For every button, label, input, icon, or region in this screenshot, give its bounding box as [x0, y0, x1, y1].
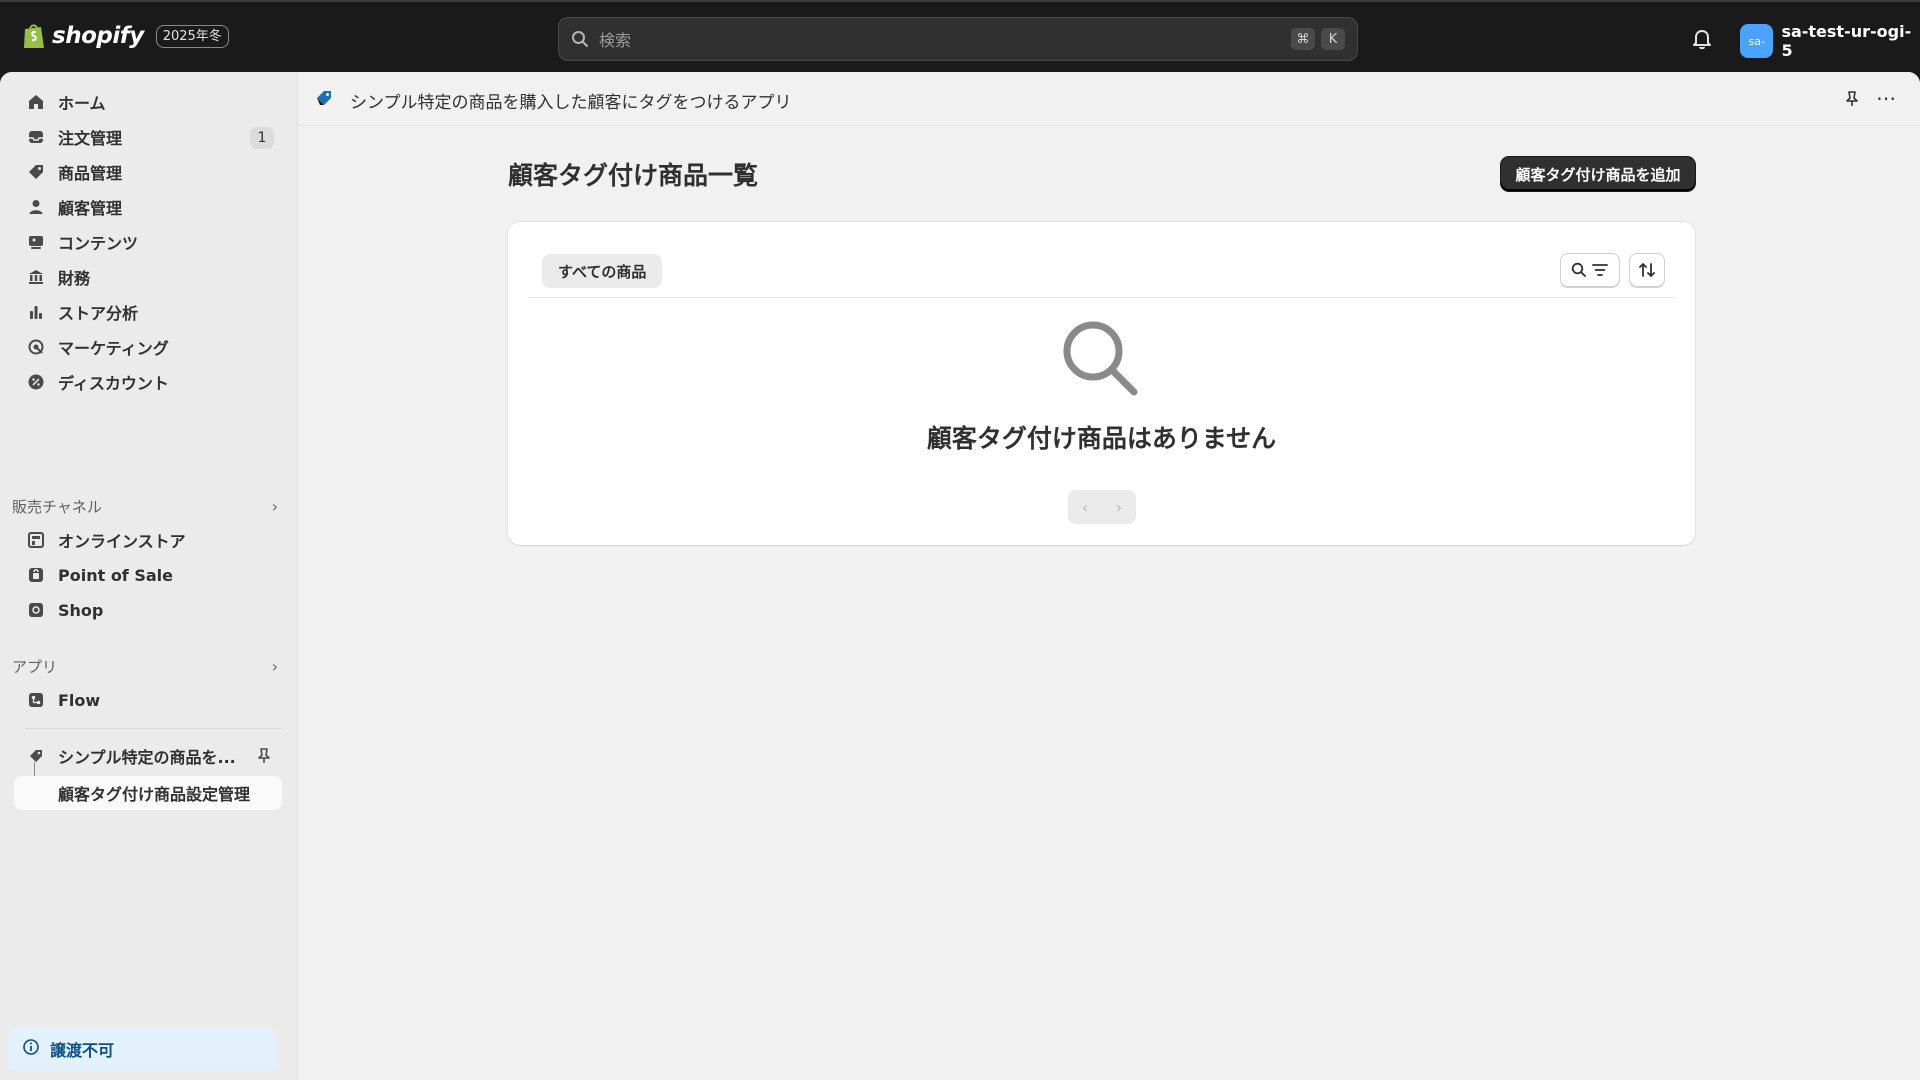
sidebar-item-label: ディスカウント [58, 374, 169, 393]
sidebar-item-label: ホーム [58, 94, 106, 113]
sidebar-item-home[interactable]: ホーム [14, 86, 282, 118]
store-name: sa-test-ur-ogi-5 [1781, 22, 1912, 60]
sidebar-item-label: 注文管理 [58, 129, 123, 148]
sort-button[interactable] [1629, 253, 1665, 287]
apps-heading[interactable]: アプリ › [12, 654, 282, 678]
inbox-icon [26, 127, 46, 147]
info-icon [22, 1038, 40, 1060]
shopify-bag-icon [24, 24, 44, 48]
sidebar-item-discounts[interactable]: ディスカウント [14, 366, 282, 398]
tag-icon [26, 162, 46, 182]
pagination: ‹ › [1068, 490, 1136, 524]
more-actions-icon[interactable]: ⋯ [1876, 86, 1897, 110]
sidebar-item-label: Shop [58, 600, 104, 620]
sidebar-item-label: ストア分析 [58, 304, 139, 323]
sidebar-item-online-store[interactable]: オンラインストア [14, 524, 282, 556]
sales-channels-label: 販売チャネル [12, 497, 102, 516]
sidebar-item-point-of-sale[interactable]: Point of Sale [14, 559, 282, 591]
sidebar-divider [26, 728, 282, 729]
sidebar-item-label: 財務 [58, 269, 91, 288]
page-title: 顧客タグ付け商品一覧 [508, 161, 759, 190]
app-header: シンプル特定の商品を購入した顧客にタグをつけるアプリ ⋯ [298, 72, 1920, 126]
pin-icon[interactable] [256, 747, 272, 769]
account-menu[interactable]: sa- sa-test-ur-ogi-5 [1740, 22, 1920, 60]
transfer-notice[interactable]: 譲渡不可 [8, 1027, 276, 1071]
sidebar-item-label: Point of Sale [58, 565, 173, 585]
sidebar-subitem-settings-manager[interactable]: 顧客タグ付け商品設定管理 [14, 776, 282, 810]
content-icon [26, 232, 46, 252]
chevron-right-icon: › [271, 656, 278, 676]
empty-state-search-icon [1060, 318, 1140, 402]
orders-count-badge: 1 [250, 127, 274, 149]
next-page-icon[interactable]: › [1116, 498, 1122, 517]
search-icon [1571, 262, 1586, 277]
sidebar-item-analytics[interactable]: ストア分析 [14, 296, 282, 328]
brand-name: shopify [52, 23, 144, 49]
shortcut-k-key: K [1321, 28, 1345, 50]
main-content: シンプル特定の商品を購入した顧客にタグをつけるアプリ ⋯ 顧客タグ付け商品一覧 … [298, 72, 1920, 1080]
discount-icon [26, 372, 46, 392]
sidebar-item-label: 商品管理 [58, 164, 123, 183]
shortcut-cmd-key: ⌘ [1291, 28, 1315, 50]
transfer-label: 譲渡不可 [50, 1041, 115, 1060]
store-icon [26, 530, 46, 550]
search-icon [571, 30, 589, 48]
app-icon [314, 88, 334, 112]
bank-icon [26, 267, 46, 287]
sidebar-item-products[interactable]: 商品管理 [14, 156, 282, 188]
target-icon [26, 337, 46, 357]
notifications-bell-icon[interactable] [1692, 28, 1712, 54]
empty-state-message: 顧客タグ付け商品はありません [926, 424, 1277, 453]
add-tagging-product-button[interactable]: 顧客タグ付け商品を追加 [1501, 157, 1695, 191]
admin-frame: ホーム 注文管理 1 商品管理 顧客管理 コンテンツ 財務 ストア分析 マーケテ… [0, 72, 1920, 1080]
filter-icon [1592, 264, 1608, 276]
sidebar-item-shop[interactable]: Shop [14, 594, 282, 626]
products-card: すべての商品 顧客タグ付け商品はありません ‹ › [508, 222, 1695, 545]
sidebar-item-finance[interactable]: 財務 [14, 261, 282, 293]
sidebar: ホーム 注文管理 1 商品管理 顧客管理 コンテンツ 財務 ストア分析 マーケテ… [0, 72, 298, 1080]
sales-channels-heading[interactable]: 販売チャネル › [12, 494, 282, 518]
global-search[interactable]: 検索 ⌘ K [558, 17, 1358, 61]
flow-icon [26, 690, 46, 710]
home-icon [26, 92, 46, 112]
avatar: sa- [1740, 24, 1774, 58]
sidebar-item-pinned-app[interactable]: シンプル特定の商品を... [14, 740, 282, 772]
sidebar-subitem-label: 顧客タグ付け商品設定管理 [58, 785, 251, 804]
top-bar: shopify 2025年冬 検索 ⌘ K sa- sa-test-ur-ogi… [0, 0, 1920, 72]
person-icon [26, 197, 46, 217]
apps-label: アプリ [12, 657, 58, 676]
sort-icon [1639, 263, 1655, 277]
sidebar-item-orders[interactable]: 注文管理 1 [14, 121, 282, 153]
pos-icon [26, 565, 46, 585]
pin-icon[interactable] [1844, 90, 1860, 112]
sidebar-item-label: オンラインストア [58, 532, 186, 551]
card-divider [528, 297, 1675, 298]
sidebar-item-content[interactable]: コンテンツ [14, 226, 282, 258]
sidebar-item-flow[interactable]: Flow [14, 684, 282, 716]
sidebar-item-label: シンプル特定の商品を... [58, 748, 236, 767]
sidebar-item-label: コンテンツ [58, 234, 139, 253]
shopify-logo[interactable]: shopify 2025年冬 [22, 22, 229, 50]
previous-page-icon[interactable]: ‹ [1082, 498, 1088, 517]
app-title: シンプル特定の商品を購入した顧客にタグをつけるアプリ [350, 93, 792, 113]
chevron-right-icon: › [271, 496, 278, 516]
sidebar-item-marketing[interactable]: マーケティング [14, 331, 282, 363]
sidebar-item-label: Flow [58, 690, 101, 710]
sidebar-item-label: 顧客管理 [58, 199, 123, 218]
sidebar-item-label: マーケティング [58, 339, 169, 358]
sidebar-item-customers[interactable]: 顧客管理 [14, 191, 282, 223]
tab-all-products[interactable]: すべての商品 [542, 254, 663, 288]
bar-chart-icon [26, 302, 46, 322]
search-input[interactable]: 検索 [599, 27, 1285, 51]
shop-icon [26, 600, 46, 620]
search-filter-button[interactable] [1560, 253, 1620, 287]
edition-badge[interactable]: 2025年冬 [155, 24, 229, 48]
